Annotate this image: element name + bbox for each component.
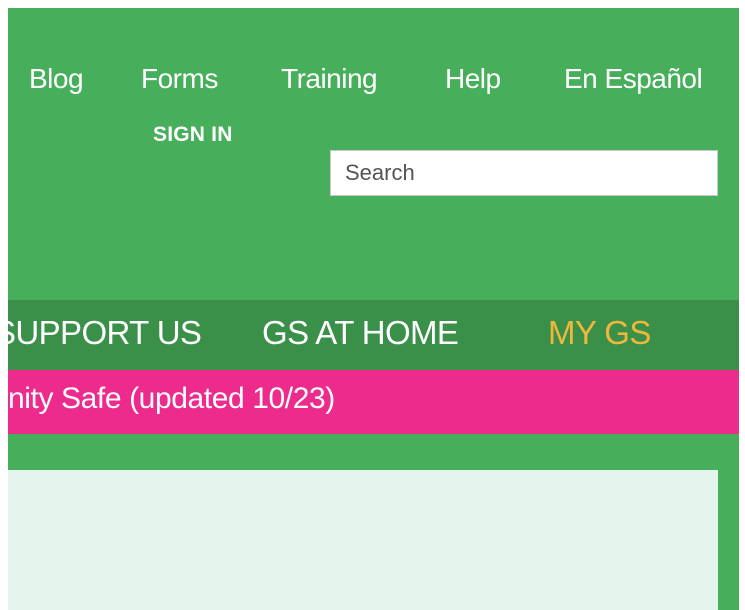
content-panel — [8, 470, 718, 610]
training-link[interactable]: Training — [281, 63, 378, 95]
site-header: Blog Forms Training Help En Español SIGN… — [8, 8, 739, 300]
main-nav: SUPPORT US GS AT HOME MY GS — [8, 300, 739, 370]
search-input[interactable] — [330, 150, 718, 196]
blog-link[interactable]: Blog — [29, 63, 84, 95]
page-right-margin — [739, 0, 745, 610]
nav-support-us[interactable]: SUPPORT US — [8, 314, 202, 352]
alert-banner-link[interactable]: nity Safe (updated 10/23) — [8, 382, 335, 416]
help-link[interactable]: Help — [445, 63, 501, 95]
espanol-link[interactable]: En Español — [564, 63, 703, 95]
nav-gs-at-home[interactable]: GS AT HOME — [262, 314, 459, 352]
sign-in-link[interactable]: SIGN IN — [153, 123, 233, 147]
nav-my-gs[interactable]: MY GS — [548, 314, 651, 352]
forms-link[interactable]: Forms — [141, 63, 218, 95]
alert-banner: nity Safe (updated 10/23) — [8, 370, 739, 434]
page-left-margin — [0, 0, 8, 610]
content-area — [8, 434, 739, 610]
